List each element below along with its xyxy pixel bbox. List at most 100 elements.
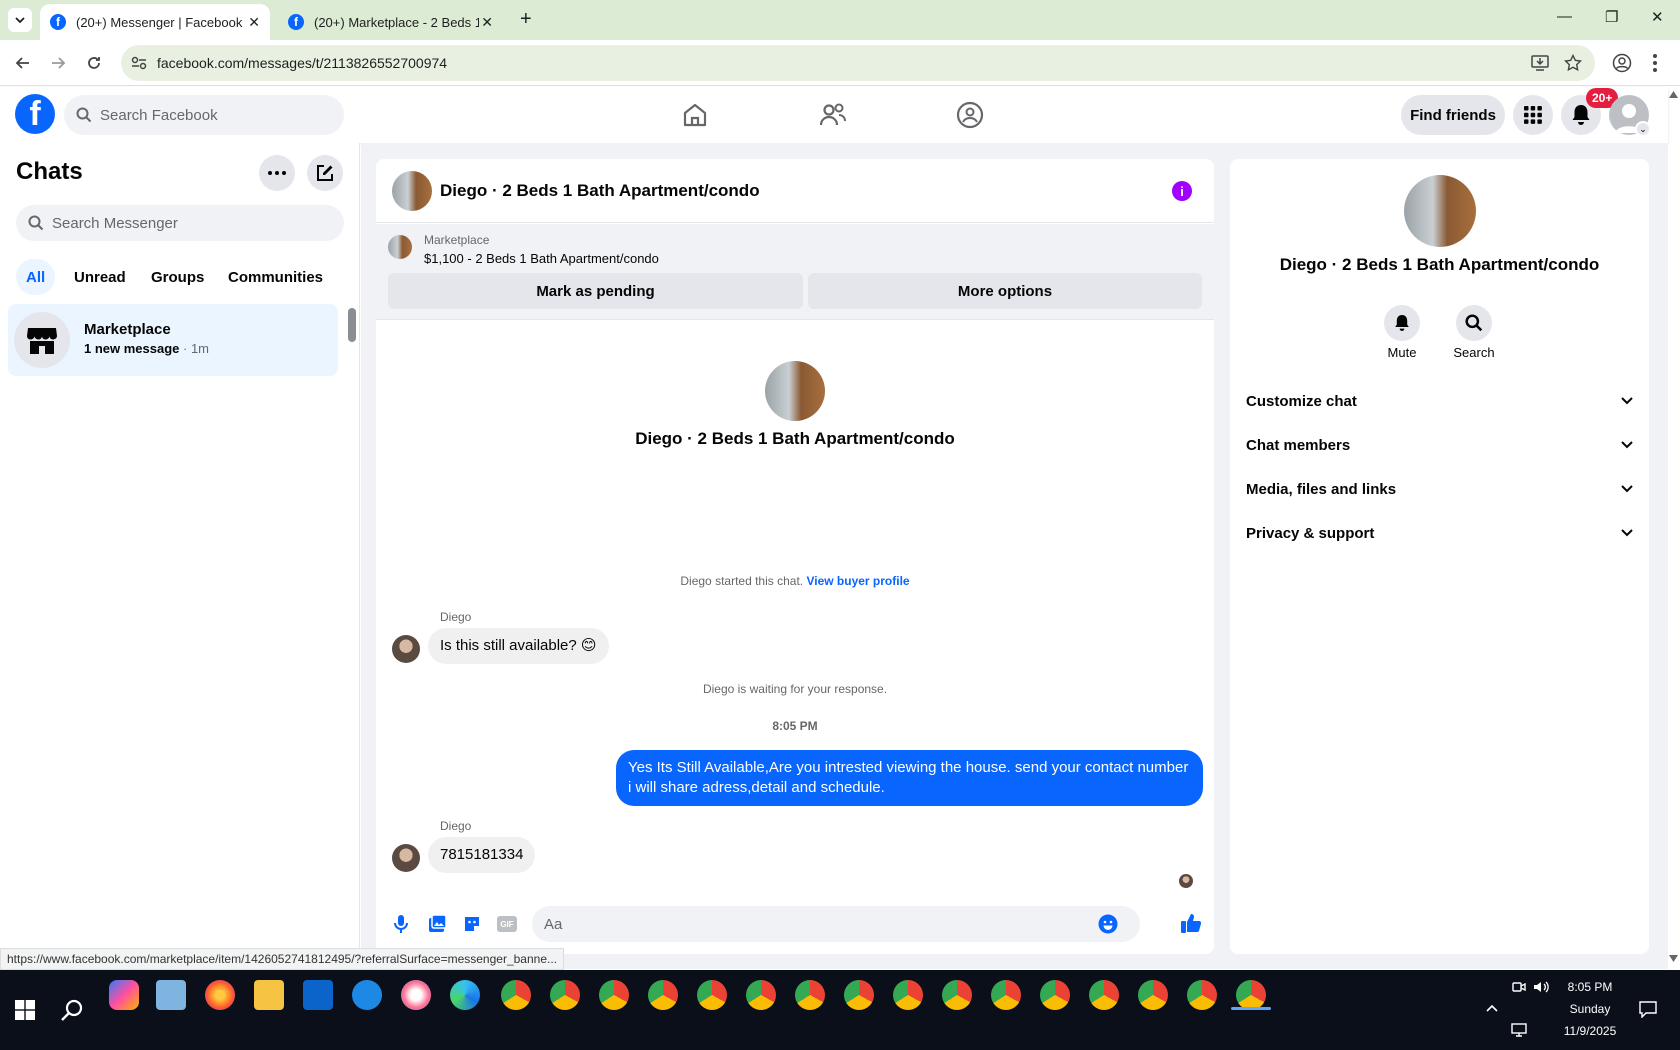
find-friends-button[interactable]: Find friends (1401, 95, 1505, 135)
minimize-window-icon[interactable]: — (1557, 8, 1572, 25)
facebook-search-input[interactable]: Search Facebook (64, 95, 344, 135)
account-chevron-icon[interactable]: ⌄ (1635, 121, 1651, 137)
chrome-profile-icon[interactable] (893, 980, 923, 1010)
section-customize-chat[interactable]: Customize chat (1246, 381, 1633, 421)
messenger-search-input[interactable]: Search Messenger (16, 205, 344, 241)
close-tab-icon[interactable]: ✕ (481, 14, 493, 31)
filter-all[interactable]: All (16, 259, 56, 295)
copilot-app-icon[interactable] (109, 980, 139, 1010)
home-icon[interactable] (682, 103, 708, 127)
chrome-profile-icon[interactable] (697, 980, 727, 1010)
chrome-profile-icon[interactable] (1089, 980, 1119, 1010)
chrome-profile-icon[interactable] (599, 980, 629, 1010)
message-input[interactable]: Aa (532, 906, 1140, 942)
close-window-icon[interactable]: ✕ (1651, 8, 1664, 26)
site-info-icon[interactable] (131, 56, 147, 70)
facebook-logo[interactable]: f (15, 94, 55, 134)
file-explorer-app-icon[interactable] (254, 980, 284, 1010)
like-thumbs-up-icon[interactable] (1180, 912, 1202, 934)
chrome-profile-icon[interactable] (746, 980, 776, 1010)
browser-tab-messenger[interactable]: f (20+) Messenger | Facebook ✕ (40, 4, 270, 40)
page-scroll-up-icon[interactable] (1669, 91, 1678, 98)
page-scroll-down-icon[interactable] (1669, 955, 1678, 962)
edge-app-icon[interactable] (450, 980, 480, 1010)
chrome-profile-icon[interactable] (942, 980, 972, 1010)
address-bar[interactable]: facebook.com/messages/t/2113826552700974 (121, 45, 1595, 81)
view-buyer-profile-link[interactable]: View buyer profile (806, 574, 909, 588)
chevron-down-icon (15, 17, 25, 24)
sender-avatar[interactable] (392, 635, 420, 663)
taskbar-search-icon[interactable] (60, 998, 84, 1022)
chats-options-button[interactable] (259, 155, 295, 191)
browser-menu-icon[interactable] (1652, 53, 1658, 73)
firefox-app-icon[interactable] (205, 980, 235, 1010)
incoming-message[interactable]: 7815181334 (428, 837, 536, 873)
new-message-button[interactable] (307, 155, 343, 191)
section-privacy-support[interactable]: Privacy & support (1246, 513, 1633, 553)
notepad-app-icon[interactable] (156, 980, 186, 1010)
close-tab-icon[interactable]: ✕ (248, 14, 260, 31)
browser-tab-marketplace[interactable]: f (20+) Marketplace - 2 Beds 1 B ✕ (278, 4, 503, 40)
filter-unread[interactable]: Unread (64, 259, 136, 295)
chrome-profile-icon[interactable] (648, 980, 678, 1010)
conversation-avatar[interactable] (392, 171, 432, 211)
menu-button[interactable] (1513, 95, 1553, 135)
skype-app-icon[interactable] (352, 980, 382, 1010)
mute-button[interactable] (1384, 305, 1420, 341)
reload-icon[interactable] (85, 54, 103, 72)
groups-icon[interactable] (956, 101, 984, 129)
notification-center-icon[interactable] (1639, 1000, 1657, 1018)
scroll-up-icon[interactable] (348, 308, 356, 314)
more-options-button[interactable]: More options (808, 273, 1202, 309)
network-icon[interactable] (1511, 1023, 1527, 1037)
friends-icon[interactable] (819, 102, 847, 128)
gif-icon[interactable]: GIF (497, 916, 517, 932)
tab-title: (20+) Marketplace - 2 Beds 1 B (314, 14, 479, 30)
chrome-profile-icon[interactable] (1187, 980, 1217, 1010)
restore-window-icon[interactable]: ❐ (1605, 8, 1618, 26)
search-conversation-button[interactable] (1456, 305, 1492, 341)
conversation-title[interactable]: Diego · 2 Beds 1 Bath Apartment/condo (440, 181, 760, 201)
incoming-message[interactable]: Is this still available? 😊 (428, 628, 609, 664)
new-tab-button[interactable]: + (520, 8, 532, 31)
active-app-indicator (1231, 1007, 1271, 1010)
emoji-icon[interactable] (1098, 914, 1118, 934)
taskbar-time[interactable]: 8:05 PM (1550, 980, 1630, 994)
chat-name: Marketplace (84, 321, 171, 338)
tab-list-button[interactable] (8, 8, 32, 32)
filter-groups[interactable]: Groups (141, 259, 214, 295)
chrome-active-icon[interactable] (1236, 980, 1266, 1010)
photo-icon[interactable] (427, 914, 447, 934)
windows-start-icon[interactable] (15, 1000, 35, 1020)
outgoing-message[interactable]: Yes Its Still Available,Are you intreste… (616, 750, 1203, 806)
volume-icon[interactable] (1533, 980, 1549, 994)
sender-avatar[interactable] (392, 844, 420, 872)
install-app-icon[interactable] (1531, 55, 1549, 71)
chrome-profile-icon[interactable] (550, 980, 580, 1010)
listing-title-link[interactable]: $1,100 - 2 Beds 1 Bath Apartment/condo (424, 251, 659, 266)
chrome-profile-icon[interactable] (501, 980, 531, 1010)
bookmark-star-icon[interactable] (1564, 54, 1582, 72)
outlook-app-icon[interactable] (303, 980, 333, 1010)
section-chat-members[interactable]: Chat members (1246, 425, 1633, 465)
forward-icon[interactable] (49, 54, 67, 72)
chrome-profile-icon[interactable] (1040, 980, 1070, 1010)
chrome-profile-icon[interactable] (991, 980, 1021, 1010)
microphone-icon[interactable] (392, 914, 410, 934)
profile-icon[interactable] (1612, 53, 1632, 73)
filter-communities[interactable]: Communities (218, 259, 333, 295)
chrome-profile-icon[interactable] (844, 980, 874, 1010)
chrome-profile-icon[interactable] (1138, 980, 1168, 1010)
chat-list-item-marketplace[interactable]: Marketplace 1 new message · 1m (8, 304, 338, 376)
paint-app-icon[interactable] (401, 980, 431, 1010)
camera-icon[interactable] (1512, 980, 1526, 994)
sticker-icon[interactable] (462, 914, 482, 934)
mark-as-pending-button[interactable]: Mark as pending (388, 273, 803, 309)
info-avatar[interactable] (1404, 175, 1476, 247)
section-media-files-links[interactable]: Media, files and links (1246, 469, 1633, 509)
chrome-profile-icon[interactable] (795, 980, 825, 1010)
listing-thumbnail[interactable] (388, 235, 412, 259)
conversation-info-button[interactable]: i (1172, 181, 1192, 201)
show-hidden-icons-icon[interactable] (1486, 1004, 1498, 1012)
back-icon[interactable] (14, 54, 32, 72)
